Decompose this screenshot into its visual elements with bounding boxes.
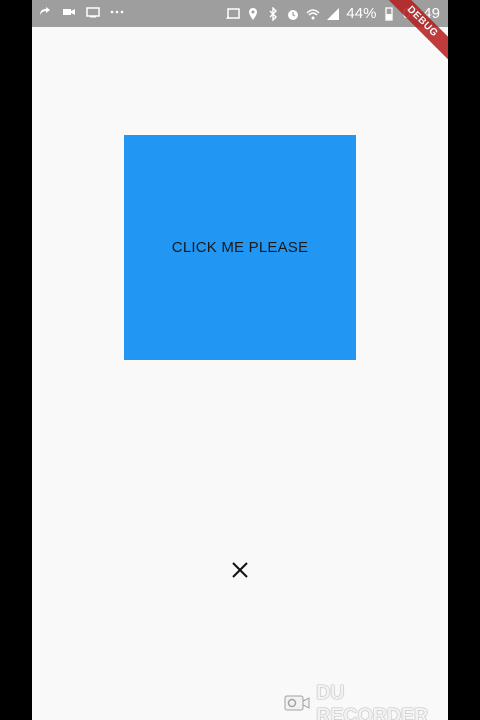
bluetooth-icon xyxy=(266,6,280,21)
click-me-button[interactable]: CLICK ME PLEASE xyxy=(124,135,356,360)
battery-icon xyxy=(382,6,396,21)
recorder-watermark-text: DU RECORDER xyxy=(316,682,429,720)
alarm-icon xyxy=(286,7,300,21)
screen-cast-icon xyxy=(226,7,241,21)
close-button[interactable] xyxy=(228,560,252,584)
wifi-icon xyxy=(306,7,320,21)
click-me-label: CLICK ME PLEASE xyxy=(171,239,309,256)
status-left xyxy=(38,5,124,19)
video-icon xyxy=(62,5,76,19)
close-icon xyxy=(231,561,249,583)
call-forward-icon xyxy=(38,5,52,19)
more-dots-icon xyxy=(110,5,124,19)
cast-icon xyxy=(86,5,100,19)
recorder-watermark: DU RECORDER xyxy=(284,682,448,720)
signal-icon xyxy=(326,7,340,21)
recorder-camera-icon xyxy=(284,693,310,717)
app-screen: 44% 00:49 DEBUG CLICK ME PLEASE DU RECOR… xyxy=(32,0,448,720)
battery-percent: 44% xyxy=(346,5,377,22)
status-bar: 44% 00:49 DEBUG xyxy=(32,0,448,71)
location-icon xyxy=(246,7,260,21)
